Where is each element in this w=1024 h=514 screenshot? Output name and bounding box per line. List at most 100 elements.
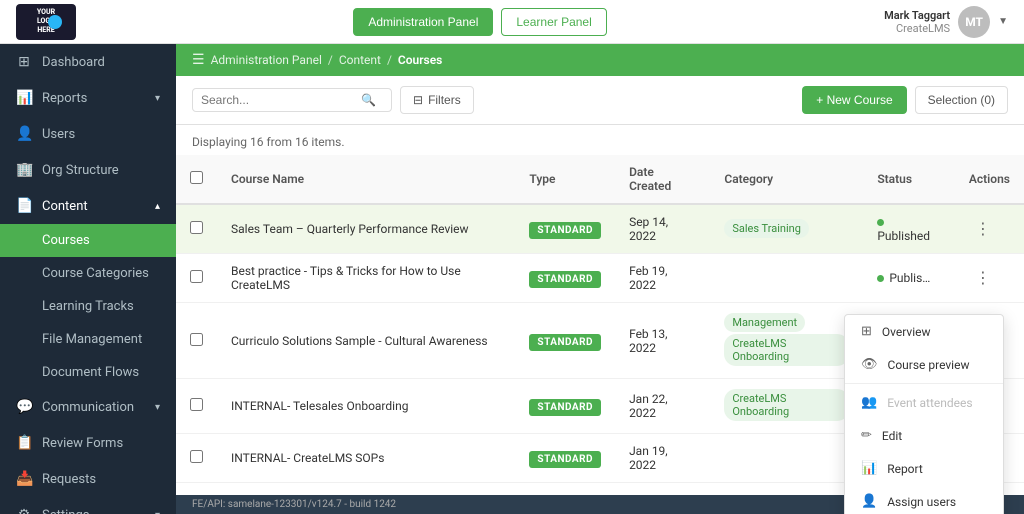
type-cell: STANDARD xyxy=(515,204,615,254)
sidebar-item-communication[interactable]: 💬 Communication ▾ xyxy=(0,389,176,425)
top-header: YOUR LOGO HERE Administration Panel Lear… xyxy=(0,0,1024,44)
row-checkbox[interactable] xyxy=(190,270,203,283)
chevron-down-icon[interactable]: ▼ xyxy=(998,16,1008,27)
display-count: Displaying 16 from 16 items. xyxy=(176,125,1024,155)
sidebar-sub-item-learning-tracks[interactable]: Learning Tracks xyxy=(0,290,176,323)
course-name-cell: INTERNAL- CreateLMS SOPs xyxy=(217,434,515,483)
actions-menu-button[interactable]: ⋮ xyxy=(969,217,997,241)
event-attendees-icon: 👥 xyxy=(861,395,877,410)
course-preview-icon: 👁 xyxy=(861,357,878,372)
type-cell: STANDARD xyxy=(515,303,615,379)
new-course-button[interactable]: + New Course xyxy=(802,86,906,114)
type-badge: STANDARD xyxy=(529,334,601,351)
row-checkbox-cell[interactable] xyxy=(176,254,217,303)
main-layout: ⊞ Dashboard 📊 Reports ▾ 👤 Users 🏢 Org St… xyxy=(0,44,1024,514)
search-input[interactable] xyxy=(201,93,361,107)
org-icon: 🏢 xyxy=(16,162,32,178)
row-checkbox-cell[interactable] xyxy=(176,483,217,496)
sidebar-item-label: Settings xyxy=(42,508,89,514)
sidebar-item-label: Reports xyxy=(42,91,87,106)
edit-icon: ✏ xyxy=(861,428,872,443)
sidebar-item-label: Content xyxy=(42,199,88,214)
type-badge: STANDARD xyxy=(529,271,601,288)
category-badge: CreateLMS Onboarding xyxy=(724,334,849,366)
sidebar-item-org-structure[interactable]: 🏢 Org Structure xyxy=(0,152,176,188)
sidebar: ⊞ Dashboard 📊 Reports ▾ 👤 Users 🏢 Org St… xyxy=(0,44,176,514)
sidebar-item-review-forms[interactable]: 📋 Review Forms xyxy=(0,425,176,461)
sidebar-item-label: Dashboard xyxy=(42,55,105,70)
actions-cell[interactable]: ⋮ xyxy=(955,254,1024,303)
sidebar-item-content[interactable]: 📄 Content ▴ xyxy=(0,188,176,224)
report-icon: 📊 xyxy=(861,461,877,476)
category-badge: Management xyxy=(724,313,805,332)
row-checkbox[interactable] xyxy=(190,450,203,463)
context-menu-item-assign-users[interactable]: 👤Assign users xyxy=(845,485,1003,514)
requests-icon: 📥 xyxy=(16,471,32,487)
context-menu-item-event-attendees: 👥Event attendees xyxy=(845,386,1003,419)
breadcrumb-content[interactable]: Content xyxy=(339,53,381,67)
row-checkbox[interactable] xyxy=(190,333,203,346)
actions-menu-button[interactable]: ⋮ xyxy=(969,266,997,290)
status-text: Publis… xyxy=(889,271,930,285)
row-checkbox-cell[interactable] xyxy=(176,379,217,434)
row-checkbox-cell[interactable] xyxy=(176,204,217,254)
table-header: Course Name Type Date Created Category S… xyxy=(176,155,1024,204)
status-cell: Publis… xyxy=(863,254,955,303)
context-menu-item-overview[interactable]: ⊞Overview xyxy=(845,315,1003,348)
breadcrumb: ☰ Administration Panel / Content / Cours… xyxy=(176,44,1024,76)
row-checkbox[interactable] xyxy=(190,398,203,411)
course-name-cell: Curriculo Solutions Sample - Cultural Aw… xyxy=(217,303,515,379)
type-badge: STANDARD xyxy=(529,451,601,468)
menu-icon: ☰ xyxy=(192,52,205,68)
col-course-name: Course Name xyxy=(217,155,515,204)
category-cell xyxy=(710,483,863,496)
content-icon: 📄 xyxy=(16,198,32,214)
sidebar-item-label: Requests xyxy=(42,472,96,487)
category-cell xyxy=(710,254,863,303)
sidebar-item-settings[interactable]: ⚙ Settings ▾ xyxy=(0,497,176,514)
breadcrumb-separator: / xyxy=(387,53,392,67)
learner-panel-button[interactable]: Learner Panel xyxy=(501,8,606,36)
context-menu-divider xyxy=(845,383,1003,384)
avatar[interactable]: MT xyxy=(958,6,990,38)
context-menu-item-report[interactable]: 📊Report xyxy=(845,452,1003,485)
context-menu: ⊞Overview👁Course preview 👥Event attendees… xyxy=(844,314,1004,514)
search-box[interactable]: 🔍 xyxy=(192,88,392,112)
category-cell: Management CreateLMS Onboarding xyxy=(710,303,863,379)
sidebar-item-label: Review Forms xyxy=(42,436,123,451)
category-cell xyxy=(710,434,863,483)
sidebar-item-dashboard[interactable]: ⊞ Dashboard xyxy=(0,44,176,80)
select-all-header[interactable] xyxy=(176,155,217,204)
filter-icon: ⊟ xyxy=(413,93,423,107)
row-checkbox-cell[interactable] xyxy=(176,303,217,379)
assign-users-icon: 👤 xyxy=(861,494,877,509)
review-forms-icon: 📋 xyxy=(16,435,32,451)
context-menu-item-course-preview[interactable]: 👁Course preview xyxy=(845,348,1003,381)
footer-text: FE/API: samelane-123301/v124.7 - build 1… xyxy=(192,499,396,510)
filters-button[interactable]: ⊟ Filters xyxy=(400,86,474,114)
row-checkbox-cell[interactable] xyxy=(176,434,217,483)
sidebar-sub-label: Learning Tracks xyxy=(42,299,134,314)
category-cell: Sales Training xyxy=(710,204,863,254)
course-name-cell: Best practice - Tips & Tricks for How to… xyxy=(217,254,515,303)
type-cell: STANDARD xyxy=(515,254,615,303)
sidebar-sub-item-course-categories[interactable]: Course Categories xyxy=(0,257,176,290)
sidebar-item-requests[interactable]: 📥 Requests xyxy=(0,461,176,497)
selection-button[interactable]: Selection (0) xyxy=(915,86,1008,114)
actions-cell[interactable]: ⋮ xyxy=(955,204,1024,254)
sidebar-sub-label: Document Flows xyxy=(42,365,139,380)
breadcrumb-admin[interactable]: Administration Panel xyxy=(211,53,322,67)
sidebar-sub-item-file-management[interactable]: File Management xyxy=(0,323,176,356)
breadcrumb-current: Courses xyxy=(398,53,442,67)
date-cell: Feb 19, 2022 xyxy=(615,254,710,303)
chevron-icon: ▾ xyxy=(155,93,160,104)
context-menu-item-edit[interactable]: ✏Edit xyxy=(845,419,1003,452)
sidebar-item-reports[interactable]: 📊 Reports ▾ xyxy=(0,80,176,116)
category-badge: CreateLMS Onboarding xyxy=(724,389,849,421)
sidebar-sub-item-courses[interactable]: Courses xyxy=(0,224,176,257)
sidebar-item-users[interactable]: 👤 Users xyxy=(0,116,176,152)
status-dot xyxy=(877,275,884,282)
admin-panel-button[interactable]: Administration Panel xyxy=(353,8,493,36)
sidebar-sub-item-document-flows[interactable]: Document Flows xyxy=(0,356,176,389)
row-checkbox[interactable] xyxy=(190,221,203,234)
